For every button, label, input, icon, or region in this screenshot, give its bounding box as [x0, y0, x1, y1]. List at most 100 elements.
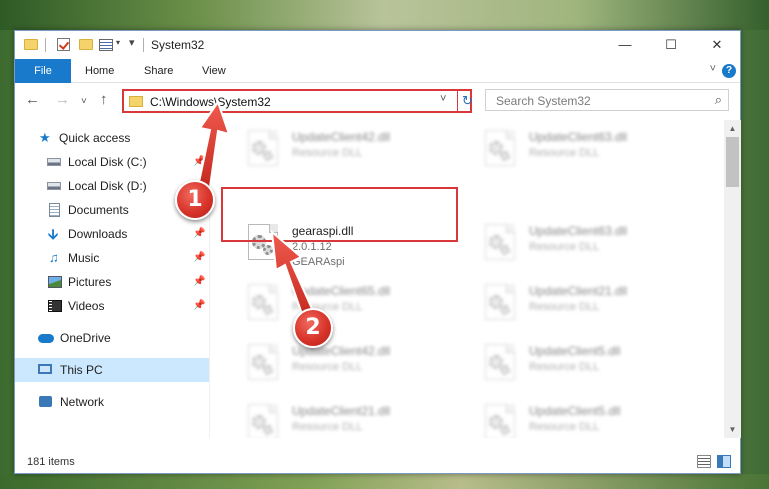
file-description: Resource DLL — [529, 301, 600, 313]
back-arrow-icon[interactable]: ← — [25, 92, 40, 108]
pin-icon[interactable]: 📌 — [193, 222, 205, 246]
pictures-icon — [48, 276, 62, 288]
file-item[interactable]: UpdateClient5.dll Resource DLL — [457, 400, 677, 438]
search-input[interactable]: Search System32 ⌕ — [485, 89, 729, 111]
sidebar-item-quick-access[interactable]: ★ Quick access — [15, 126, 209, 150]
sidebar-item-downloads[interactable]: 🡫 Downloads 📌 — [15, 222, 209, 246]
folder-icon — [129, 96, 143, 107]
search-icon[interactable]: ⌕ — [715, 92, 722, 108]
navigation-pane: ★ Quick access Local Disk (C:) 📌 Local D… — [15, 120, 209, 438]
file-item[interactable]: UpdateClient21.dll Resource DLL — [220, 400, 440, 438]
file-item[interactable]: UpdateClient21.dll Resource DLL — [457, 280, 677, 328]
sidebar-item-this-pc[interactable]: This PC — [15, 358, 209, 382]
refresh-icon[interactable]: ↻ — [462, 93, 473, 109]
scroll-up-arrow-icon[interactable]: ▲ — [724, 120, 741, 137]
sidebar-item-network[interactable]: Network — [15, 390, 209, 414]
folder-icon — [24, 39, 38, 50]
tab-file[interactable]: File — [15, 59, 71, 83]
file-explorer-window: ▾ ▾ System32 — ☐ ✕ File Home Share View … — [14, 30, 741, 474]
file-name: UpdateClient5.dll — [529, 404, 621, 418]
address-row: ← → ˅ ↑ C:\Windows\System32 ˅ ↻ Search S… — [15, 84, 740, 118]
separator — [143, 38, 144, 52]
videos-icon — [48, 300, 62, 312]
properties-check-icon[interactable] — [57, 38, 70, 51]
address-bar[interactable]: C:\Windows\System32 ˅ ↻ — [122, 89, 473, 113]
file-description: Resource DLL — [292, 147, 363, 159]
file-item[interactable]: UpdateClient63.dll Resource DLL — [457, 220, 677, 268]
forward-arrow-icon[interactable]: → — [55, 92, 70, 108]
file-item[interactable]: UpdateClient42.dll Resource DLL — [220, 126, 440, 174]
sidebar-item-label: Videos — [68, 299, 105, 313]
sidebar-item-label: Local Disk (D:) — [68, 179, 147, 193]
documents-icon — [49, 203, 60, 217]
file-highlight-box — [221, 187, 458, 242]
sidebar-item-label: Music — [68, 251, 100, 265]
new-folder-icon[interactable] — [79, 39, 93, 50]
pane-divider[interactable] — [209, 120, 210, 438]
dll-file-icon — [248, 130, 278, 166]
pc-icon — [38, 364, 52, 374]
file-name: UpdateClient65.dll — [292, 284, 391, 298]
help-icon[interactable]: ? — [722, 64, 736, 78]
desktop-background-top — [0, 0, 769, 30]
maximize-button[interactable]: ☐ — [648, 31, 694, 59]
qa-dropdown-icon[interactable]: ▾ — [116, 38, 120, 52]
sidebar-item-label: OneDrive — [60, 331, 111, 345]
file-description: GEARAspi — [292, 256, 345, 268]
file-item[interactable]: UpdateClient63.dll Resource DLL — [457, 126, 677, 174]
ribbon-collapse-icon[interactable]: ˅ — [710, 63, 716, 75]
status-bar: 181 items — [15, 452, 740, 473]
sidebar-item-label: Local Disk (C:) — [68, 155, 147, 169]
tab-home[interactable]: Home — [85, 59, 114, 83]
sidebar-item-videos[interactable]: Videos 📌 — [15, 294, 209, 318]
pin-icon[interactable]: 📌 — [193, 246, 205, 270]
sidebar-item-pictures[interactable]: Pictures 📌 — [15, 270, 209, 294]
file-item[interactable]: UpdateClient5.dll Resource DLL — [457, 340, 677, 388]
file-item[interactable]: UpdateClient42.dll Resource DLL — [220, 340, 440, 388]
large-icons-view-icon[interactable] — [717, 455, 731, 468]
pin-icon[interactable]: 📌 — [193, 150, 205, 174]
sidebar-item-label: Pictures — [68, 275, 112, 289]
sidebar-item-label: Quick access — [59, 131, 131, 145]
dll-file-icon — [485, 284, 515, 320]
pin-icon[interactable]: 📌 — [193, 270, 205, 294]
scroll-down-arrow-icon[interactable]: ▼ — [724, 421, 741, 438]
close-button[interactable]: ✕ — [694, 31, 740, 59]
customize-view-icon[interactable] — [99, 39, 113, 51]
file-description: Resource DLL — [529, 241, 600, 253]
scroll-thumb[interactable] — [726, 137, 739, 187]
network-icon — [39, 396, 52, 407]
drive-icon — [47, 158, 61, 166]
pin-icon[interactable]: 📌 — [193, 294, 205, 318]
onedrive-icon — [38, 334, 54, 343]
chevron-down-icon[interactable]: ˅ — [440, 93, 446, 105]
file-name: UpdateClient63.dll — [529, 130, 628, 144]
file-description: Resource DLL — [529, 361, 600, 373]
vertical-scrollbar[interactable]: ▲ ▼ — [724, 120, 741, 438]
ribbon: File Home Share View ˅ ? — [15, 59, 740, 83]
sidebar-item-music[interactable]: ♫ Music 📌 — [15, 246, 209, 270]
separator — [457, 91, 458, 111]
qa-customize-icon[interactable]: ▾ — [129, 36, 135, 50]
sidebar-item-onedrive[interactable]: OneDrive — [15, 326, 209, 350]
file-name: UpdateClient42.dll — [292, 130, 391, 144]
recent-locations-icon[interactable]: ˅ — [81, 94, 87, 110]
sidebar-item-label: Downloads — [68, 227, 128, 241]
search-placeholder: Search System32 — [496, 94, 591, 108]
details-view-icon[interactable] — [697, 455, 711, 468]
up-arrow-icon[interactable]: ↑ — [100, 92, 108, 108]
tab-view[interactable]: View — [202, 59, 226, 83]
download-icon: 🡫 — [48, 226, 59, 242]
dll-file-icon — [485, 344, 515, 380]
minimize-button[interactable]: — — [602, 31, 648, 59]
dll-file-icon — [248, 284, 278, 320]
file-name: UpdateClient5.dll — [529, 344, 621, 358]
sidebar-item-local-disk-c[interactable]: Local Disk (C:) 📌 — [15, 150, 209, 174]
file-name: UpdateClient21.dll — [529, 284, 628, 298]
file-name: UpdateClient21.dll — [292, 404, 391, 418]
dll-file-icon — [485, 224, 515, 260]
address-path[interactable]: C:\Windows\System32 — [150, 95, 271, 109]
tab-share[interactable]: Share — [144, 59, 173, 83]
sidebar-item-label: Network — [60, 395, 105, 409]
file-description: Resource DLL — [292, 421, 363, 433]
